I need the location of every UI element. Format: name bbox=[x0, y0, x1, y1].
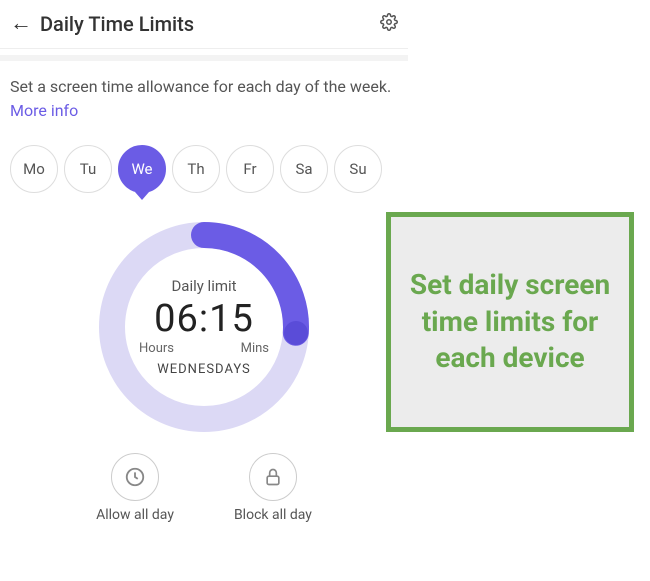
day-chip-mo[interactable]: Mo bbox=[10, 145, 58, 193]
days-tabs: MoTuWeThFrSaSu bbox=[0, 131, 408, 207]
header: ← Daily Time Limits bbox=[0, 0, 408, 49]
day-chip-sa[interactable]: Sa bbox=[280, 145, 328, 193]
actions-row: Allow all day Block all day bbox=[0, 453, 408, 523]
dial-readout: Daily limit 06:15 Hours Mins WEDNESDAYS bbox=[139, 277, 269, 377]
dial-time: 06:15 bbox=[139, 297, 269, 341]
dial-handle[interactable] bbox=[284, 321, 308, 345]
lock-icon bbox=[249, 453, 297, 501]
day-chip-th[interactable]: Th bbox=[172, 145, 220, 193]
dial-container: Daily limit 06:15 Hours Mins WEDNESDAYS bbox=[0, 217, 408, 437]
allow-all-day-button[interactable]: Allow all day bbox=[96, 453, 174, 523]
day-chip-fr[interactable]: Fr bbox=[226, 145, 274, 193]
block-all-day-button[interactable]: Block all day bbox=[234, 453, 312, 523]
promo-callout: Set daily screen time limits for each de… bbox=[386, 212, 634, 432]
callout-text: Set daily screen time limits for each de… bbox=[403, 267, 617, 376]
clock-icon bbox=[111, 453, 159, 501]
dial-day: WEDNESDAYS bbox=[139, 362, 269, 377]
hours-label: Hours bbox=[139, 341, 174, 356]
allow-label: Allow all day bbox=[96, 507, 174, 523]
mins-label: Mins bbox=[241, 341, 269, 356]
description-text: Set a screen time allowance for each day… bbox=[10, 77, 391, 96]
day-chip-we[interactable]: We bbox=[118, 145, 166, 193]
description: Set a screen time allowance for each day… bbox=[0, 61, 408, 131]
gear-icon[interactable] bbox=[380, 13, 398, 35]
day-chip-tu[interactable]: Tu bbox=[64, 145, 112, 193]
page-title: Daily Time Limits bbox=[40, 12, 380, 36]
back-icon[interactable]: ← bbox=[10, 13, 32, 35]
dial-label: Daily limit bbox=[139, 277, 269, 295]
more-info-link[interactable]: More info bbox=[10, 101, 78, 120]
block-label: Block all day bbox=[234, 507, 312, 523]
day-chip-su[interactable]: Su bbox=[334, 145, 382, 193]
time-limit-dial[interactable]: Daily limit 06:15 Hours Mins WEDNESDAYS bbox=[94, 217, 314, 437]
